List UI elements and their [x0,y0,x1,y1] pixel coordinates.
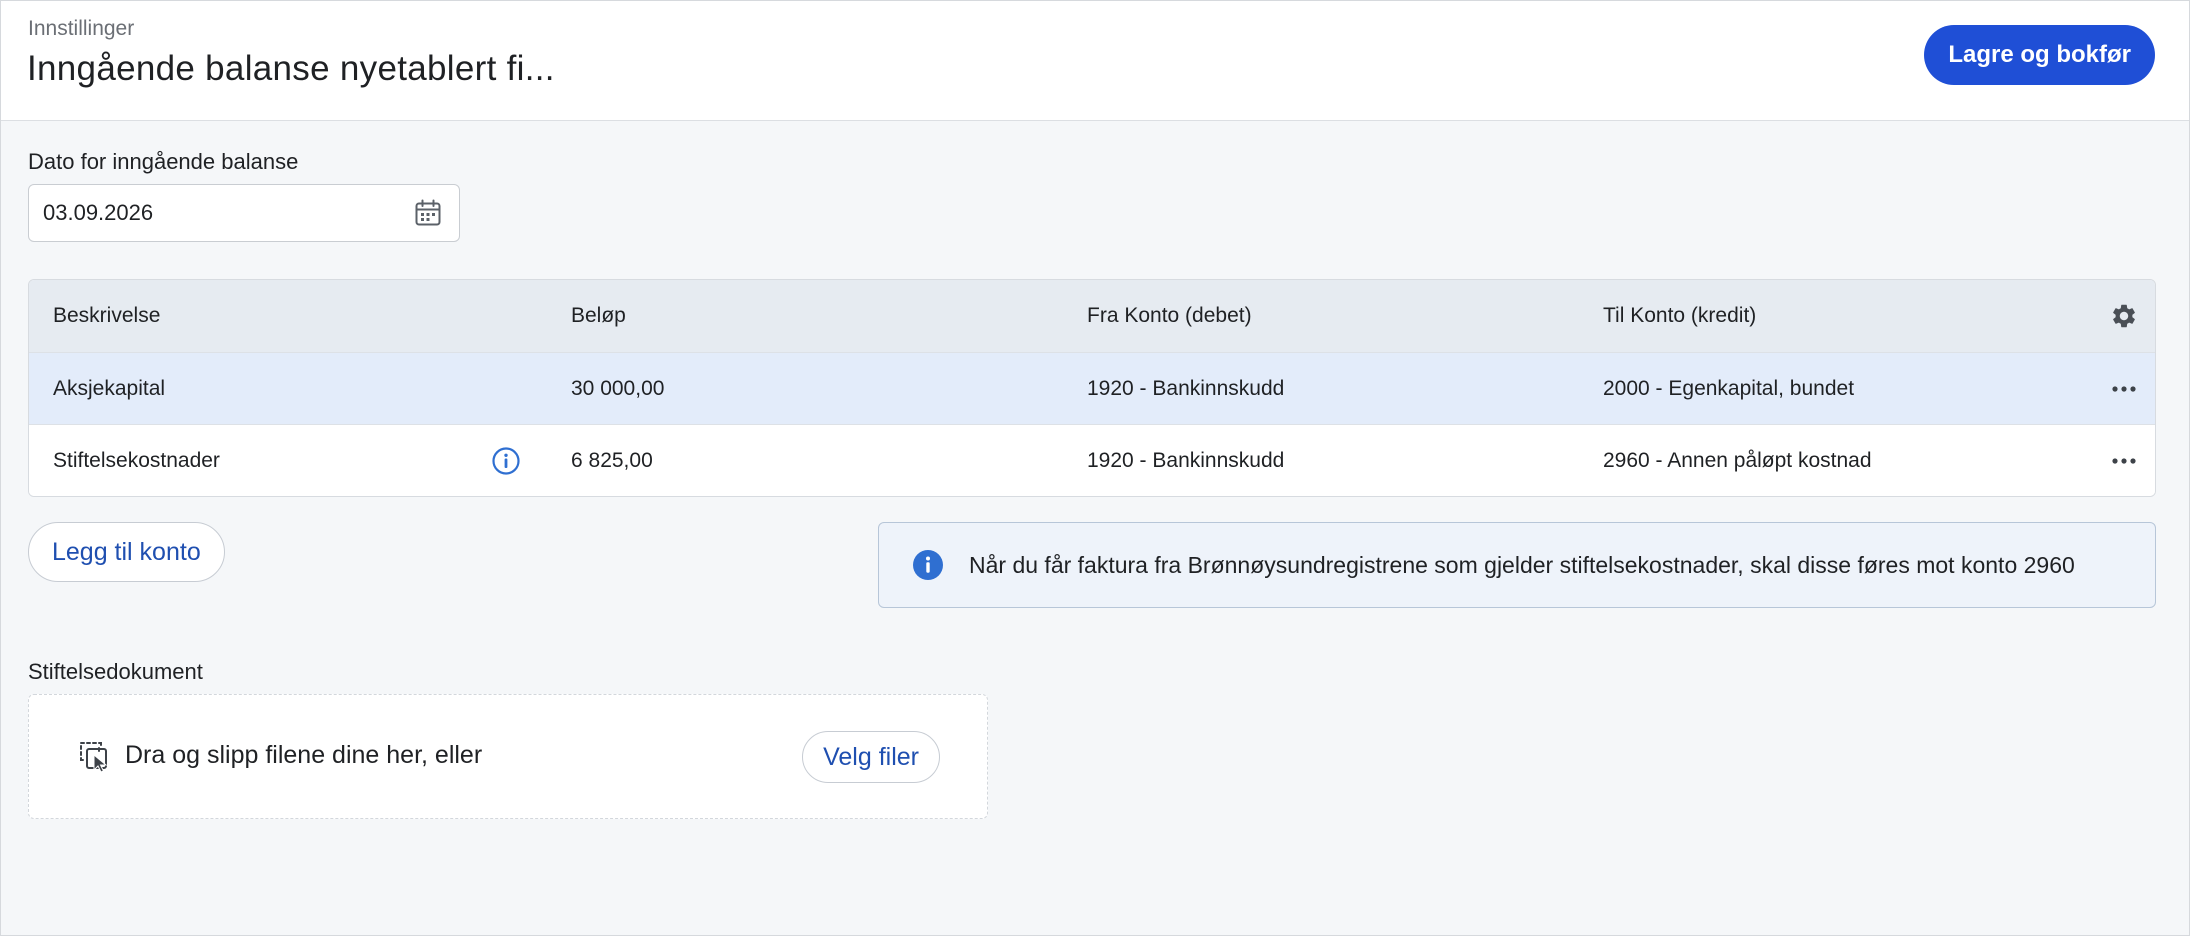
save-and-post-button[interactable]: Lagre og bokfør [1924,25,2155,85]
add-account-button[interactable]: Legg til konto [28,522,225,582]
page-title: Inngående balanse nyetablert fi... [27,49,555,88]
info-banner-text: Når du får faktura fra Brønnøysundregist… [969,551,2075,578]
choose-files-button[interactable]: Velg filer [802,731,940,783]
document-label: Stiftelsedokument [28,659,203,684]
calendar-icon[interactable] [413,198,443,228]
column-header-amount: Beløp [571,304,626,327]
table-row[interactable]: Stiftelsekostnader 6 825,00 1920 - Banki… [29,425,2155,496]
cell-from-account: 1920 - Bankinnskudd [1087,376,1285,400]
balance-table: Beskrivelse Beløp Fra Konto (debet) Til … [28,279,2156,497]
column-header-from-account: Fra Konto (debet) [1087,304,1252,327]
info-filled-icon [912,549,944,581]
date-field[interactable]: 03.09.2026 [28,184,460,242]
cell-description: Stiftelsekostnader [53,449,220,472]
column-header-to-account: Til Konto (kredit) [1603,304,1757,327]
cell-description: Aksjekapital [53,376,166,400]
more-options-icon[interactable] [2109,446,2139,476]
info-banner: Når du får faktura fra Brønnøysundregist… [878,522,2156,608]
gear-icon[interactable] [2109,301,2139,331]
file-dropzone[interactable]: Dra og slipp filene dine her, eller Velg… [28,694,988,819]
cell-from-account: 1920 - Bankinnskudd [1087,449,1285,472]
app-frame: Innstillinger Inngående balanse nyetable… [0,0,2190,936]
dropzone-text: Dra og slipp filene dine her, eller [125,741,483,769]
breadcrumb[interactable]: Innstillinger [28,17,134,41]
table-row[interactable]: Aksjekapital 30 000,00 1920 - Bankinnsku… [29,353,2155,425]
info-icon[interactable] [491,446,521,476]
column-header-description: Beskrivelse [53,304,161,327]
cell-to-account: 2000 - Egenkapital, bundet [1603,376,1855,400]
table-header-row: Beskrivelse Beløp Fra Konto (debet) Til … [29,280,2155,353]
date-value[interactable]: 03.09.2026 [43,200,413,226]
date-label: Dato for inngående balanse [28,149,299,174]
drag-drop-icon [78,740,112,774]
cell-amount: 30 000,00 [571,376,665,400]
cell-amount: 6 825,00 [571,449,653,472]
more-options-icon[interactable] [2109,374,2139,404]
page-header: Innstillinger Inngående balanse nyetable… [1,1,2189,121]
cell-to-account: 2960 - Annen påløpt kostnad [1603,449,1872,472]
